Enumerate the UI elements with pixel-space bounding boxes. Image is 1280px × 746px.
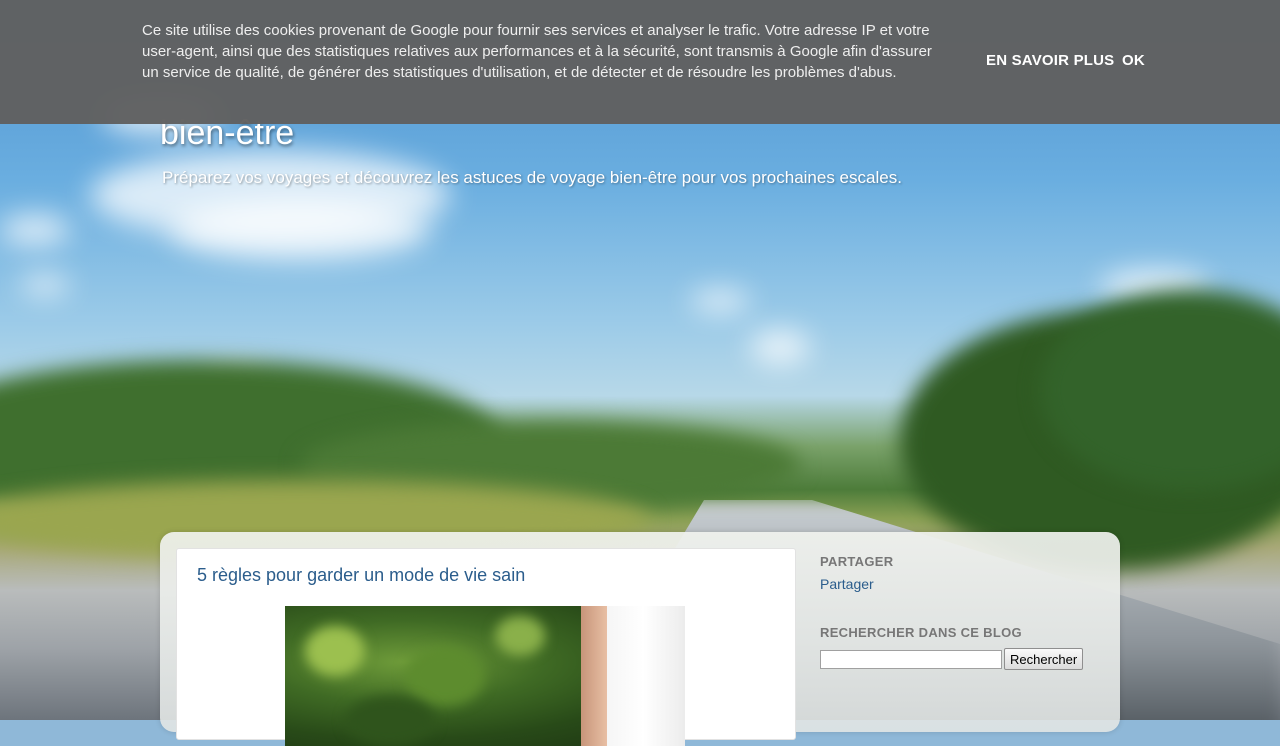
search-button[interactable]: Rechercher xyxy=(1004,648,1084,670)
share-widget-title: PARTAGER xyxy=(820,554,894,569)
post-title-link[interactable]: 5 règles pour garder un mode de vie sain xyxy=(197,565,525,586)
share-link[interactable]: Partager xyxy=(820,576,874,592)
sidebar: PARTAGER Partager RECHERCHER DANS CE BLO… xyxy=(820,554,1100,670)
search-input[interactable] xyxy=(820,649,1002,669)
blog-description: Préparez vos voyages et découvrez les as… xyxy=(162,168,902,187)
cookie-notice-text: Ce site utilise des cookies provenant de… xyxy=(142,22,932,81)
search-widget-title: RECHERCHER DANS CE BLOG xyxy=(820,625,1022,640)
cookie-ok-button[interactable]: OK xyxy=(1122,52,1145,69)
learn-more-button[interactable]: EN SAVOIR PLUS xyxy=(986,52,1114,69)
share-widget: PARTAGER Partager xyxy=(820,554,1100,594)
cookie-banner: Ce site utilise des cookies provenant de… xyxy=(0,0,1280,124)
search-widget: RECHERCHER DANS CE BLOG Rechercher xyxy=(820,625,1100,670)
blog-post: 5 règles pour garder un mode de vie sain xyxy=(176,548,796,746)
post-image[interactable] xyxy=(285,606,685,746)
content-container: 5 règles pour garder un mode de vie sain… xyxy=(160,532,1120,746)
